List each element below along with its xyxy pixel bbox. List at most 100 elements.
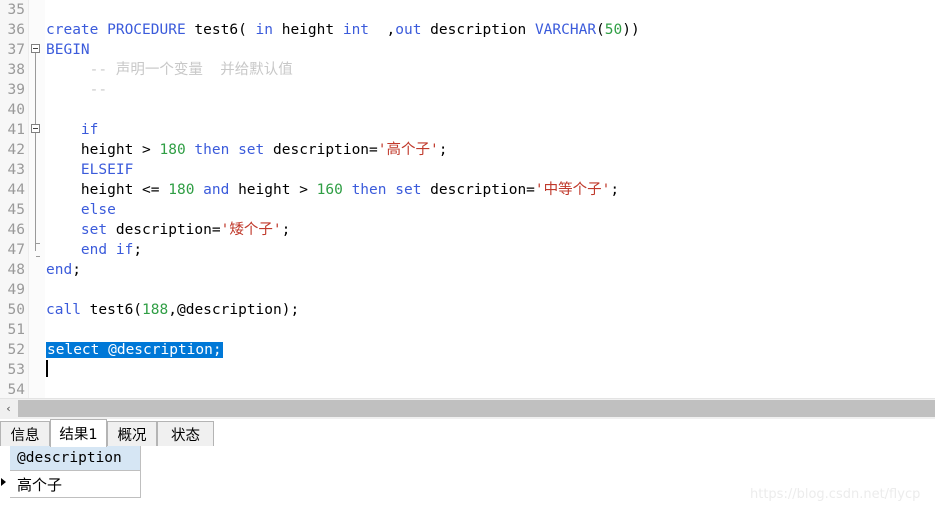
token-pun: ( [596,22,605,38]
fold-tick-end-if [36,243,40,244]
token-kw: ELSEIF [80,162,134,178]
token-kw: PROCEDURE [107,22,195,38]
token-kw: create [46,22,108,38]
token-pun: ; [72,262,81,278]
token-pun: > [299,182,317,198]
code-line[interactable]: 44 height <= 180 and height > 160 then s… [0,180,935,200]
selected-text: select @description; [46,342,223,358]
code-text: -- [46,80,107,100]
token-id: description [430,22,535,38]
line-number: 41 [7,122,25,138]
line-number: 54 [7,382,25,398]
token-id: height [46,182,143,198]
code-line[interactable]: 51 [0,320,935,340]
code-text: create PROCEDURE test6( in height int ,o… [46,20,640,40]
token-pun [46,242,81,258]
token-pun: > [142,142,160,158]
token-kw: int [342,22,370,38]
code-line[interactable]: 48 end; [0,260,935,280]
code-line[interactable]: 43 ELSEIF [0,160,935,180]
fold-marker-begin[interactable] [31,44,40,53]
result-grid[interactable]: @description 高个子 [0,446,935,514]
token-kw: BEGIN [46,42,90,58]
line-number: 39 [7,82,25,98]
code-line[interactable]: 50 call test6(188,@description); [0,300,935,320]
line-number: 51 [7,322,25,338]
code-text: height <= 180 and height > 160 then set … [46,180,619,200]
token-pun [46,162,81,178]
row-selector-column [0,446,10,498]
code-text: select @description; [46,340,223,360]
token-id: description= [273,142,378,158]
code-line[interactable]: 42 height > 180 then set description='高个… [0,140,935,160]
token-pun: ; [438,142,448,158]
token-num: 160 [316,182,352,198]
code-line[interactable]: 38 -- 声明一个变量 并给默认值 [0,60,935,80]
token-pun: , [369,22,396,38]
token-pun: <= [142,182,169,198]
watermark-text: https://blog.csdn.net/flycp [750,487,921,502]
code-line[interactable]: 54 [0,380,935,398]
code-line[interactable]: 49 [0,280,935,300]
results-tab-2[interactable]: 概况 [107,421,157,446]
token-id: height [238,182,300,198]
text-caret [46,360,48,377]
token-id: height [46,142,143,158]
code-line[interactable]: 39 -- [0,80,935,100]
results-tab-strip: 信息 结果1 概况 状态 [0,419,935,447]
token-pun: ; [133,242,143,258]
fold-marker-if[interactable] [31,124,40,133]
line-number: 49 [7,282,25,298]
token-kw: call [46,302,90,318]
token-id: select @description; [47,342,222,358]
token-cmt: -- [46,82,108,98]
token-kw: and [203,182,239,198]
sql-editor[interactable]: 35 36 create PROCEDURE test6( in height in… [0,0,935,398]
code-text: -- 声明一个变量 并给默认值 [46,60,293,80]
results-tab-3[interactable]: 状态 [157,421,214,446]
results-tab-0[interactable]: 信息 [0,421,50,446]
code-line[interactable]: 46 set description='矮个子'; [0,220,935,240]
scroll-left-arrow-icon[interactable]: ‹ [0,399,17,418]
scrollbar-thumb[interactable] [18,400,935,417]
token-pun: ; [281,222,291,238]
editor-horizontal-scrollbar[interactable]: ‹ [0,398,935,419]
line-number: 46 [7,222,25,238]
code-line[interactable]: 37 BEGIN [0,40,935,60]
token-str: '高个子' [377,142,439,158]
token-id: test6( [194,22,256,38]
token-id: description= [430,182,535,198]
code-line[interactable]: 40 [0,100,935,120]
token-kw: in [255,22,282,38]
line-number: 43 [7,162,25,178]
line-number: 35 [7,2,25,18]
code-line[interactable]: 47 end if; [0,240,935,260]
line-number: 42 [7,142,25,158]
grid-cell[interactable]: 高个子 [10,471,141,498]
code-line[interactable]: 52 select @description; [0,340,935,360]
line-number: 47 [7,242,25,258]
code-line[interactable]: 53 [0,360,935,380]
token-kw: if [80,122,99,138]
line-number: 48 [7,262,25,278]
grid-column-header[interactable]: @description [10,446,141,471]
line-number: 53 [7,362,25,378]
code-text: end if; [46,240,142,260]
code-line[interactable]: 36 create PROCEDURE test6( in height int … [0,20,935,40]
token-num: 188 [142,302,169,318]
code-line[interactable]: 45 else [0,200,935,220]
current-row-arrow-icon [1,478,6,486]
token-id: height [281,22,343,38]
token-pun: ; [610,182,620,198]
token-str: '中等个子' [534,182,611,198]
token-id: test6( [89,302,143,318]
code-line[interactable]: 41 if [0,120,935,140]
code-text: else [46,200,116,220]
code-text: BEGIN [46,40,90,60]
line-number: 45 [7,202,25,218]
code-text: if [46,120,98,140]
code-text: set description='矮个子'; [46,220,290,240]
token-kw: out [395,22,431,38]
results-tab-1[interactable]: 结果1 [50,419,107,447]
code-line[interactable]: 35 [0,0,935,20]
